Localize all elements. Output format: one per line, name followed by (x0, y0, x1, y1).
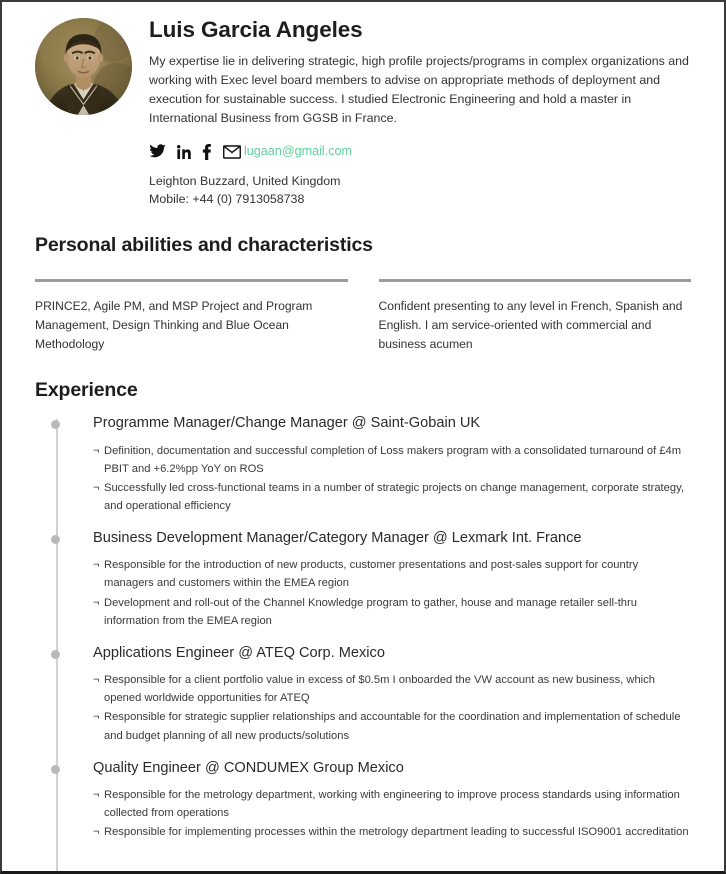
experience-entry-bullets: ¬ Responsible for a client portfolio valu… (93, 671, 691, 745)
bullet-text: Successfully led cross-functional teams … (104, 481, 684, 512)
bullet-text: Responsible for implementing processes w… (104, 826, 689, 839)
list-item: ¬ Responsible for the metrology departmen… (93, 786, 691, 822)
experience-timeline: Programme Manager/Change Manager @ Saint… (35, 414, 691, 871)
experience-section-title: Experience (35, 379, 138, 402)
twitter-icon[interactable] (149, 144, 166, 159)
bullet-marker-icon: ¬ (93, 826, 100, 839)
experience-entry: Quality Engineer @ CONDUMEX Group Mexico… (51, 759, 691, 842)
social-links: lugaan@gmail.com (149, 142, 691, 162)
bullet-text: Responsible for the introduction of new … (104, 559, 639, 590)
portrait-photo-icon (35, 18, 132, 115)
divider-rule (378, 279, 691, 283)
list-item: ¬ Responsible for implementing processes … (93, 823, 691, 841)
bullet-marker-icon: ¬ (93, 596, 100, 609)
abilities-text-left: PRINCE2, Agile PM, and MSP Project and P… (35, 299, 313, 351)
abilities-section-title: Personal abilities and characteristics (35, 234, 373, 257)
bullet-text: Responsible for the metrology department… (104, 788, 680, 820)
facebook-icon[interactable] (202, 143, 212, 160)
bullet-text: Development and roll-out of the Channel … (104, 596, 637, 627)
contact-details: Leighton Buzzard, United Kingdom Mobile:… (149, 172, 691, 208)
avatar (35, 18, 132, 115)
list-item: ¬ Responsible for a client portfolio valu… (93, 671, 691, 707)
list-item: ¬ Responsible for strategic supplier rela… (93, 708, 691, 744)
linkedin-icon[interactable] (177, 144, 191, 159)
abilities-section: Personal abilities and characteristics P… (35, 234, 691, 353)
bullet-marker-icon: ¬ (93, 674, 100, 687)
bullet-marker-icon: ¬ (93, 711, 100, 724)
list-item: ¬ Definition, documentation and successfu… (93, 442, 691, 478)
header-text-block: Luis Garcia Angeles My expertise lie in … (149, 16, 691, 208)
experience-entry-title: Programme Manager/Change Manager @ Saint… (93, 415, 481, 432)
bullet-text: Responsible for strategic supplier relat… (104, 711, 681, 742)
list-item: ¬ Development and roll-out of the Channel… (93, 594, 691, 630)
abilities-columns: PRINCE2, Agile PM, and MSP Project and P… (35, 279, 691, 353)
bullet-marker-icon: ¬ (93, 788, 100, 801)
divider-rule (35, 279, 348, 283)
experience-entry-bullets: ¬ Definition, documentation and successfu… (93, 442, 691, 516)
bullet-marker-icon: ¬ (93, 444, 100, 457)
experience-section: Experience Programme Manager/Change Mana… (35, 379, 691, 871)
experience-entry-title: Quality Engineer @ CONDUMEX Group Mexico (93, 759, 404, 776)
abilities-column-right: Confident presenting to any level in Fre… (378, 279, 691, 353)
bullet-text: Definition, documentation and successful… (104, 444, 682, 475)
abilities-text-right: Confident presenting to any level in Fre… (378, 299, 683, 351)
experience-entry: Programme Manager/Change Manager @ Saint… (51, 414, 691, 516)
email-link[interactable]: lugaan@gmail.com (244, 145, 352, 158)
list-item: ¬ Successfully led cross-functional teams… (93, 479, 691, 515)
location-text: Leighton Buzzard, United Kingdom (149, 173, 341, 188)
email-icon[interactable] (223, 144, 241, 159)
profile-summary: My expertise lie in delivering strategic… (149, 53, 689, 125)
bullet-text: Responsible for a client portfolio value… (104, 674, 655, 705)
experience-entry-bullets: ¬ Responsible for the introduction of new… (93, 556, 691, 630)
resume-sheet: Luis Garcia Angeles My expertise lie in … (2, 2, 724, 871)
experience-entry-bullets: ¬ Responsible for the metrology departmen… (93, 786, 691, 841)
experience-entry: Business Development Manager/Category Ma… (51, 529, 691, 630)
abilities-column-left: PRINCE2, Agile PM, and MSP Project and P… (35, 279, 348, 353)
experience-entry: Applications Engineer @ ATEQ Corp. Mexic… (51, 644, 691, 745)
phone-text: Mobile: +44 (0) 7913058738 (149, 191, 305, 206)
resume-page: Luis Garcia Angeles My expertise lie in … (0, 0, 726, 874)
bullet-marker-icon: ¬ (93, 481, 100, 494)
experience-entry-title: Applications Engineer @ ATEQ Corp. Mexic… (93, 644, 385, 661)
page-title: Luis Garcia Angeles (149, 17, 363, 42)
clipped-next-section-title: Academic (35, 870, 691, 871)
experience-entry-title: Business Development Manager/Category Ma… (93, 530, 582, 547)
bullet-marker-icon: ¬ (93, 559, 100, 572)
resume-header: Luis Garcia Angeles My expertise lie in … (35, 2, 691, 208)
list-item: ¬ Responsible for the introduction of new… (93, 556, 691, 592)
